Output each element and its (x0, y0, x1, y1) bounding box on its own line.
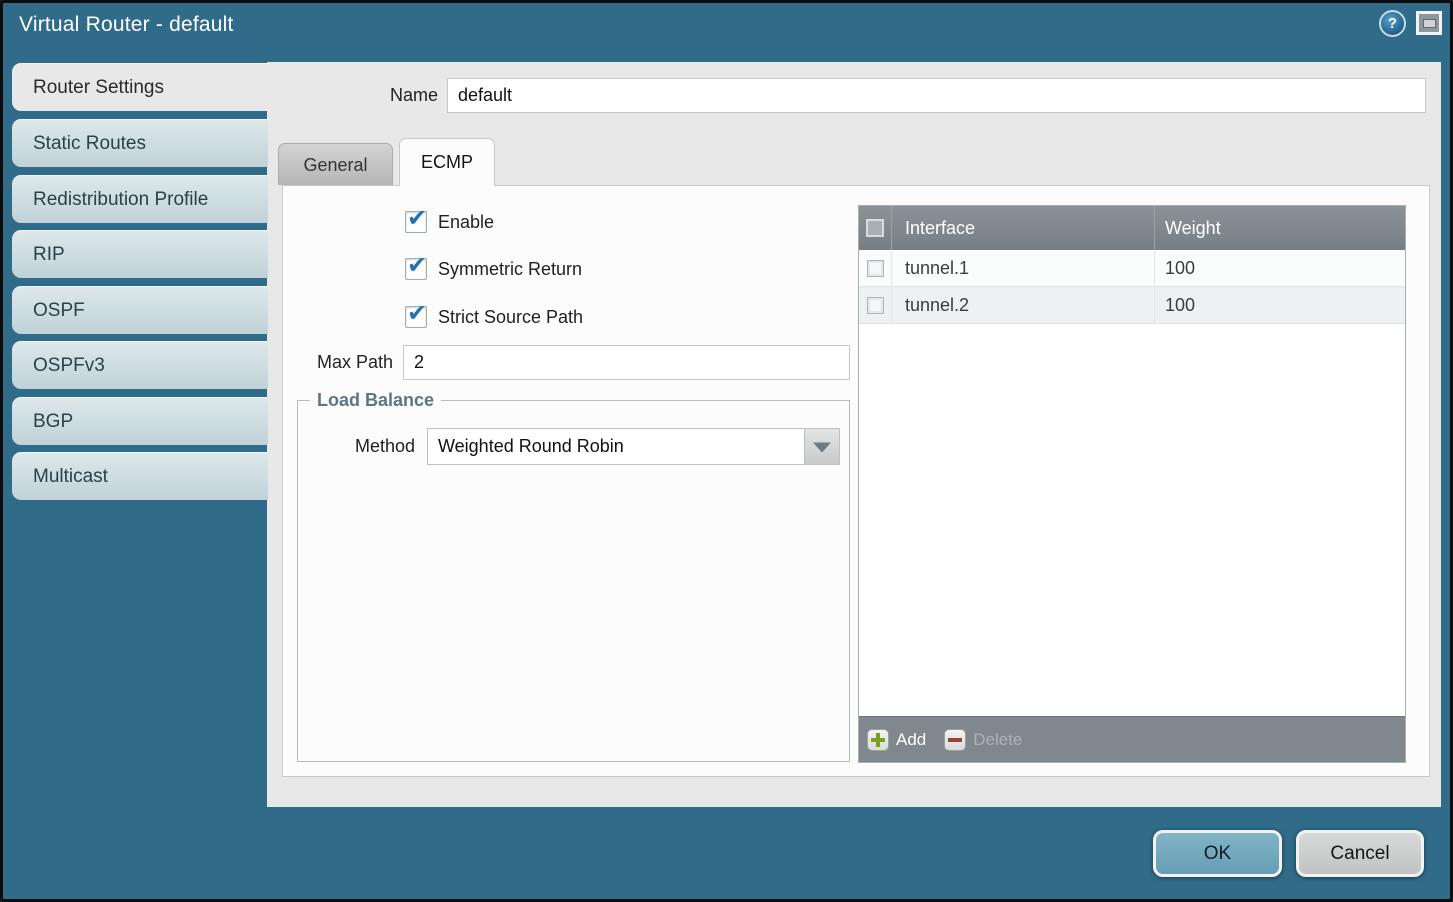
table-row[interactable]: tunnel.1 100 (859, 250, 1405, 287)
enable-checkbox[interactable]: ✔ (405, 211, 427, 233)
help-icon[interactable]: ? (1379, 10, 1406, 37)
sidebar-item-static-routes[interactable]: Static Routes (12, 119, 268, 167)
plus-icon (867, 729, 889, 751)
max-path-label: Max Path (283, 345, 393, 380)
symmetric-return-label: Symmetric Return (438, 258, 582, 280)
interface-column-header: Interface (891, 206, 1154, 250)
table-footer: Add Delete (859, 716, 1405, 762)
minus-icon (944, 729, 966, 751)
tab-general[interactable]: General (278, 143, 393, 185)
delete-button[interactable]: Delete (944, 729, 1022, 751)
interface-cell: tunnel.2 (891, 287, 1154, 323)
ok-button[interactable]: OK (1153, 830, 1282, 877)
interface-table: Interface Weight tunnel.1 100 tunnel.2 1… (858, 205, 1406, 763)
method-label: Method (305, 428, 415, 465)
row-checkbox[interactable] (867, 260, 884, 277)
symmetric-return-checkbox[interactable]: ✔ (405, 258, 427, 280)
strict-source-path-label: Strict Source Path (438, 306, 583, 328)
table-empty-area (859, 324, 1405, 716)
tab-ecmp[interactable]: ECMP (399, 138, 495, 186)
add-label: Add (896, 730, 926, 750)
weight-column-header: Weight (1154, 206, 1405, 250)
row-checkbox-cell (859, 287, 891, 323)
add-button[interactable]: Add (867, 729, 926, 751)
name-label: Name (330, 78, 438, 112)
strict-source-path-checkbox[interactable]: ✔ (405, 306, 427, 328)
restore-window-icon[interactable] (1416, 11, 1442, 35)
delete-label: Delete (973, 730, 1022, 750)
sidebar-item-redistribution-profile[interactable]: Redistribution Profile (12, 175, 268, 223)
weight-cell: 100 (1154, 250, 1405, 286)
sidebar-item-ospfv3[interactable]: OSPFv3 (12, 341, 268, 389)
cancel-button[interactable]: Cancel (1296, 830, 1424, 877)
table-row[interactable]: tunnel.2 100 (859, 287, 1405, 324)
sidebar-item-rip[interactable]: RIP (12, 230, 268, 278)
select-all-checkbox[interactable] (866, 219, 884, 237)
method-value: Weighted Round Robin (438, 429, 624, 464)
sidebar-item-router-settings[interactable]: Router Settings (12, 63, 268, 111)
max-path-input[interactable] (403, 345, 850, 380)
sidebar-item-bgp[interactable]: BGP (12, 397, 268, 445)
load-balance-legend: Load Balance (310, 390, 441, 411)
virtual-router-dialog: Virtual Router - default ? Router Settin… (0, 0, 1453, 902)
sidebar-item-ospf[interactable]: OSPF (12, 286, 268, 334)
table-header: Interface Weight (859, 206, 1405, 250)
chevron-down-icon[interactable] (804, 429, 839, 464)
interface-cell: tunnel.1 (891, 250, 1154, 286)
method-dropdown[interactable]: Weighted Round Robin (427, 428, 840, 465)
check-icon: ✔ (407, 204, 427, 233)
name-input[interactable] (447, 78, 1426, 113)
header-checkbox-cell (859, 206, 891, 250)
weight-cell: 100 (1154, 287, 1405, 323)
dialog-title: Virtual Router - default (19, 13, 234, 37)
row-checkbox-cell (859, 250, 891, 286)
check-icon: ✔ (407, 299, 427, 328)
enable-label: Enable (438, 211, 494, 233)
row-checkbox[interactable] (867, 297, 884, 314)
sidebar-item-multicast[interactable]: Multicast (12, 452, 268, 500)
check-icon: ✔ (407, 251, 427, 280)
